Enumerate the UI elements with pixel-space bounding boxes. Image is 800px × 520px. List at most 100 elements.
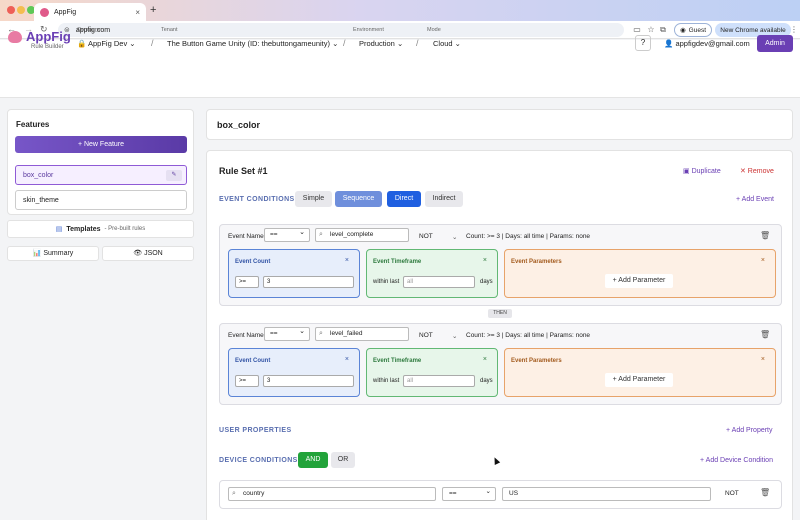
add-property-button[interactable]: + Add Property bbox=[726, 427, 773, 434]
company-label: Company bbox=[77, 27, 101, 33]
not-select[interactable]: NOT bbox=[419, 332, 433, 339]
brand-name: AppFig bbox=[26, 29, 71, 44]
device-operator-select[interactable]: == ⌄ bbox=[442, 487, 496, 501]
device-value-input[interactable]: US bbox=[502, 487, 711, 501]
event-operator-select[interactable]: == bbox=[264, 227, 310, 242]
count-operator-select[interactable]: >= bbox=[235, 276, 259, 288]
event-timeframe-title: Event Timeframe bbox=[373, 259, 422, 265]
close-icon[interactable]: × bbox=[483, 257, 487, 264]
chevron-down-icon: ⌄ bbox=[485, 488, 491, 495]
templates-button[interactable]: ▤ Templates - Pre-built rules bbox=[7, 220, 194, 238]
days-input[interactable]: all bbox=[403, 276, 475, 288]
separator: / bbox=[343, 38, 346, 48]
not-select[interactable]: NOT bbox=[419, 233, 433, 240]
count-value-input[interactable]: 3 bbox=[263, 375, 354, 387]
then-badge: THEN bbox=[488, 309, 512, 318]
event-operator-select[interactable]: == bbox=[264, 326, 310, 341]
features-panel: Features + New Feature box_color ✎ skin_… bbox=[7, 109, 194, 215]
within-last-label: within last bbox=[373, 378, 400, 384]
search-icon: ⌕ bbox=[319, 231, 323, 238]
event-conditions-heading: EVENT CONDITIONS bbox=[219, 196, 295, 203]
device-conditions-heading: DEVICE CONDITIONS bbox=[219, 457, 298, 464]
add-parameter-button[interactable]: + Add Parameter bbox=[605, 373, 673, 387]
close-icon[interactable]: × bbox=[345, 257, 349, 264]
days-input[interactable]: all bbox=[403, 375, 475, 387]
new-tab-button[interactable]: + bbox=[150, 4, 156, 16]
user-icon: 👤 bbox=[664, 39, 674, 48]
event-parameters-panel: Event Parameters × + Add Parameter bbox=[504, 249, 776, 298]
separator: / bbox=[151, 38, 154, 48]
event-name-input[interactable]: ⌕ level_failed bbox=[315, 327, 409, 341]
rule-set-title: Rule Set #1 bbox=[219, 166, 268, 176]
browser-tabstrip: AppFig × + bbox=[0, 0, 800, 21]
minimize-window-button[interactable] bbox=[17, 6, 25, 14]
close-icon[interactable]: × bbox=[761, 257, 765, 264]
brain-favicon-icon bbox=[40, 7, 49, 17]
bookmark-icon[interactable]: ☆ bbox=[646, 25, 656, 35]
feature-header: box_color bbox=[206, 109, 793, 140]
cast-icon[interactable]: ▭ bbox=[632, 25, 642, 35]
edit-pencil-icon[interactable]: ✎ bbox=[166, 170, 182, 181]
tenant-select[interactable]: The Button Game Unity (ID: thebuttongame… bbox=[167, 39, 338, 48]
admin-button[interactable]: Admin bbox=[757, 35, 793, 52]
event-summary: Count: >= 3 | Days: all time | Params: n… bbox=[466, 233, 591, 240]
mode-indirect-button[interactable]: Indirect bbox=[425, 191, 463, 207]
event-name-input[interactable]: ⌕ level_complete bbox=[315, 228, 409, 242]
json-button[interactable]: 👁 JSON bbox=[102, 246, 194, 261]
new-feature-button[interactable]: + New Feature bbox=[15, 136, 187, 153]
event-count-panel: Event Count × >= 3 bbox=[228, 249, 360, 298]
chevron-down-icon[interactable]: ⌄ bbox=[452, 233, 457, 241]
duplicate-button[interactable]: ▣ Duplicate bbox=[683, 167, 721, 175]
add-event-button[interactable]: + Add Event bbox=[736, 196, 774, 203]
event-parameters-panel: Event Parameters × + Add Parameter bbox=[504, 348, 776, 397]
separator: / bbox=[416, 38, 419, 48]
trash-icon[interactable]: 🗑 bbox=[760, 488, 770, 497]
feature-item-box-color[interactable]: box_color ✎ bbox=[15, 165, 187, 185]
extensions-icon[interactable]: ⧉ bbox=[658, 25, 668, 35]
close-window-button[interactable] bbox=[7, 6, 15, 14]
remove-button[interactable]: ✕ Remove bbox=[740, 167, 774, 175]
search-icon: ⌕ bbox=[232, 490, 236, 497]
close-icon[interactable]: × bbox=[483, 356, 487, 363]
app-header bbox=[0, 40, 800, 98]
add-device-condition-button[interactable]: + Add Device Condition bbox=[700, 457, 773, 464]
trash-icon[interactable]: 🗑 bbox=[760, 231, 770, 240]
logic-or-button[interactable]: OR bbox=[331, 452, 355, 468]
mode-select[interactable]: Cloud ⌄ bbox=[433, 39, 461, 48]
help-button[interactable]: ? bbox=[635, 35, 651, 51]
menu-icon[interactable]: ⋮ bbox=[789, 25, 799, 35]
url-input[interactable]: ⊜ appfig.com bbox=[58, 23, 624, 37]
event-timeframe-title: Event Timeframe bbox=[373, 358, 422, 364]
mode-direct-button[interactable]: Direct bbox=[387, 191, 421, 207]
mode-sequence-button[interactable]: Sequence bbox=[335, 191, 382, 207]
feature-item-skin-theme[interactable]: skin_theme bbox=[15, 190, 187, 210]
close-tab-icon[interactable]: × bbox=[135, 8, 140, 17]
count-value-input[interactable]: 3 bbox=[263, 276, 354, 288]
mode-simple-button[interactable]: Simple bbox=[295, 191, 332, 207]
search-icon: ⌕ bbox=[319, 330, 323, 337]
environment-select[interactable]: Production ⌄ bbox=[359, 39, 403, 48]
summary-button[interactable]: 📊 Summary bbox=[7, 246, 99, 261]
close-icon[interactable]: × bbox=[761, 356, 765, 363]
browser-tab[interactable]: AppFig × bbox=[34, 3, 146, 21]
device-not-toggle[interactable]: NOT bbox=[725, 490, 739, 497]
logic-and-button[interactable]: AND bbox=[298, 452, 328, 468]
feature-name: box_color bbox=[217, 120, 261, 130]
environment-label: Environment bbox=[353, 27, 384, 33]
company-select[interactable]: 🔒 AppFig Dev ⌄ bbox=[77, 39, 136, 48]
trash-icon[interactable]: 🗑 bbox=[760, 330, 770, 339]
event-name-value: level_complete bbox=[330, 231, 374, 238]
user-properties-heading: USER PROPERTIES bbox=[219, 427, 292, 434]
device-operator-value: == bbox=[449, 490, 457, 497]
copy-icon: ▣ bbox=[683, 168, 690, 175]
event-condition-card: Event Name == ⌕ level_complete NOT ⌄ Cou… bbox=[219, 224, 782, 306]
event-name-label: Event Name bbox=[228, 233, 264, 240]
count-operator-select[interactable]: >= bbox=[235, 375, 259, 387]
guest-label: Guest bbox=[688, 26, 707, 34]
device-key-input[interactable]: ⌕ country bbox=[228, 487, 436, 501]
user-menu[interactable]: 👤 appfigdev@gmail.com bbox=[664, 39, 750, 48]
guest-profile-button[interactable]: ◉ Guest bbox=[674, 23, 713, 37]
add-parameter-button[interactable]: + Add Parameter bbox=[605, 274, 673, 288]
close-icon[interactable]: × bbox=[345, 356, 349, 363]
chevron-down-icon[interactable]: ⌄ bbox=[452, 332, 457, 340]
